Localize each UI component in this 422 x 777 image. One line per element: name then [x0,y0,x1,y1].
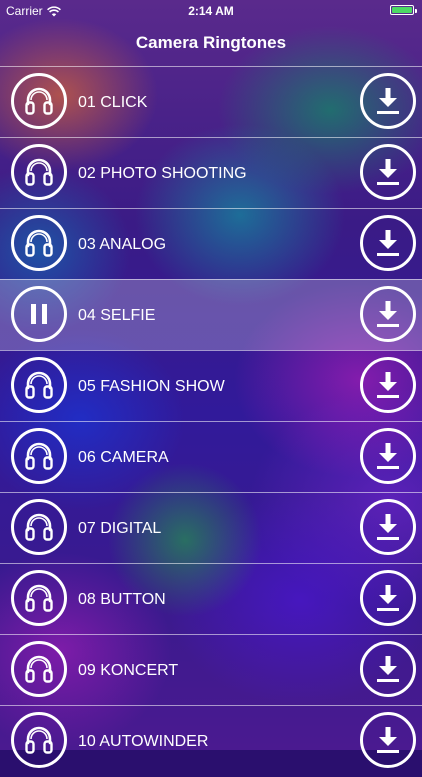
play-button[interactable] [11,570,67,626]
ringtone-row[interactable]: 07 DIGITAL [0,492,422,563]
download-button[interactable] [360,286,416,342]
download-icon [377,301,399,327]
headphones-icon [25,513,53,541]
pause-button[interactable] [11,286,67,342]
ringtone-title: 04 SELFIE [78,307,156,324]
ringtone-row[interactable]: 03 ANALOG [0,208,422,279]
ringtone-title: 10 AUTOWINDER [78,733,209,750]
page-title: Camera Ringtones [135,33,287,52]
pause-icon [31,304,47,324]
ringtone-list: 01 CLICK 02 PHOTO SHOOTING 03 ANALOG 04 SEL… [0,66,422,776]
headphones-icon [25,726,53,754]
download-icon [377,656,399,682]
headphones-icon [25,229,53,257]
ringtone-row[interactable]: 05 FASHION SHOW [0,350,422,421]
ringtone-title: 05 FASHION SHOW [78,378,225,395]
ringtone-title: 01 CLICK [78,94,148,111]
download-icon [377,159,399,185]
play-button[interactable] [11,428,67,484]
ringtone-row[interactable]: 01 CLICK [0,66,422,137]
download-icon [377,443,399,469]
headphones-icon [25,442,53,470]
download-button[interactable] [360,641,416,697]
download-icon [377,372,399,398]
play-button[interactable] [11,73,67,129]
ringtone-row[interactable]: 09 KONCERT [0,634,422,705]
download-icon [377,514,399,540]
ringtone-row[interactable]: 10 AUTOWINDER [0,705,422,776]
download-icon [377,230,399,256]
download-button[interactable] [360,357,416,413]
ringtone-title: 09 KONCERT [78,662,179,679]
headphones-icon [25,371,53,399]
ringtone-title: 06 CAMERA [78,449,169,466]
status-time: 2:14 AM [188,4,234,18]
download-button[interactable] [360,499,416,555]
play-button[interactable] [11,499,67,555]
ringtone-row[interactable]: 08 BUTTON [0,563,422,634]
ringtone-row[interactable]: 02 PHOTO SHOOTING [0,137,422,208]
play-button[interactable] [11,641,67,697]
ringtone-title: 07 DIGITAL [78,520,162,537]
headphones-icon [25,655,53,683]
download-icon [377,88,399,114]
download-button[interactable] [360,215,416,271]
battery-icon [390,5,417,15]
play-button[interactable] [11,215,67,271]
ringtone-title: 08 BUTTON [78,591,166,608]
ringtone-row[interactable]: 04 SELFIE [0,279,422,350]
download-icon [377,727,399,753]
headphones-icon [25,584,53,612]
ringtone-title: 03 ANALOG [78,236,167,253]
battery-level [392,7,412,13]
download-icon [377,585,399,611]
play-button[interactable] [11,357,67,413]
headphones-icon [25,158,53,186]
headphones-icon [25,87,53,115]
download-button[interactable] [360,570,416,626]
ringtone-title: 02 PHOTO SHOOTING [78,165,247,182]
download-button[interactable] [360,428,416,484]
status-bar: Carrier 2:14 AM [0,0,422,20]
ringtone-row[interactable]: 06 CAMERA [0,421,422,492]
download-button[interactable] [360,73,416,129]
download-button[interactable] [360,712,416,768]
play-button[interactable] [11,144,67,200]
nav-bar: Camera Ringtones [0,20,422,66]
download-button[interactable] [360,144,416,200]
play-button[interactable] [11,712,67,768]
